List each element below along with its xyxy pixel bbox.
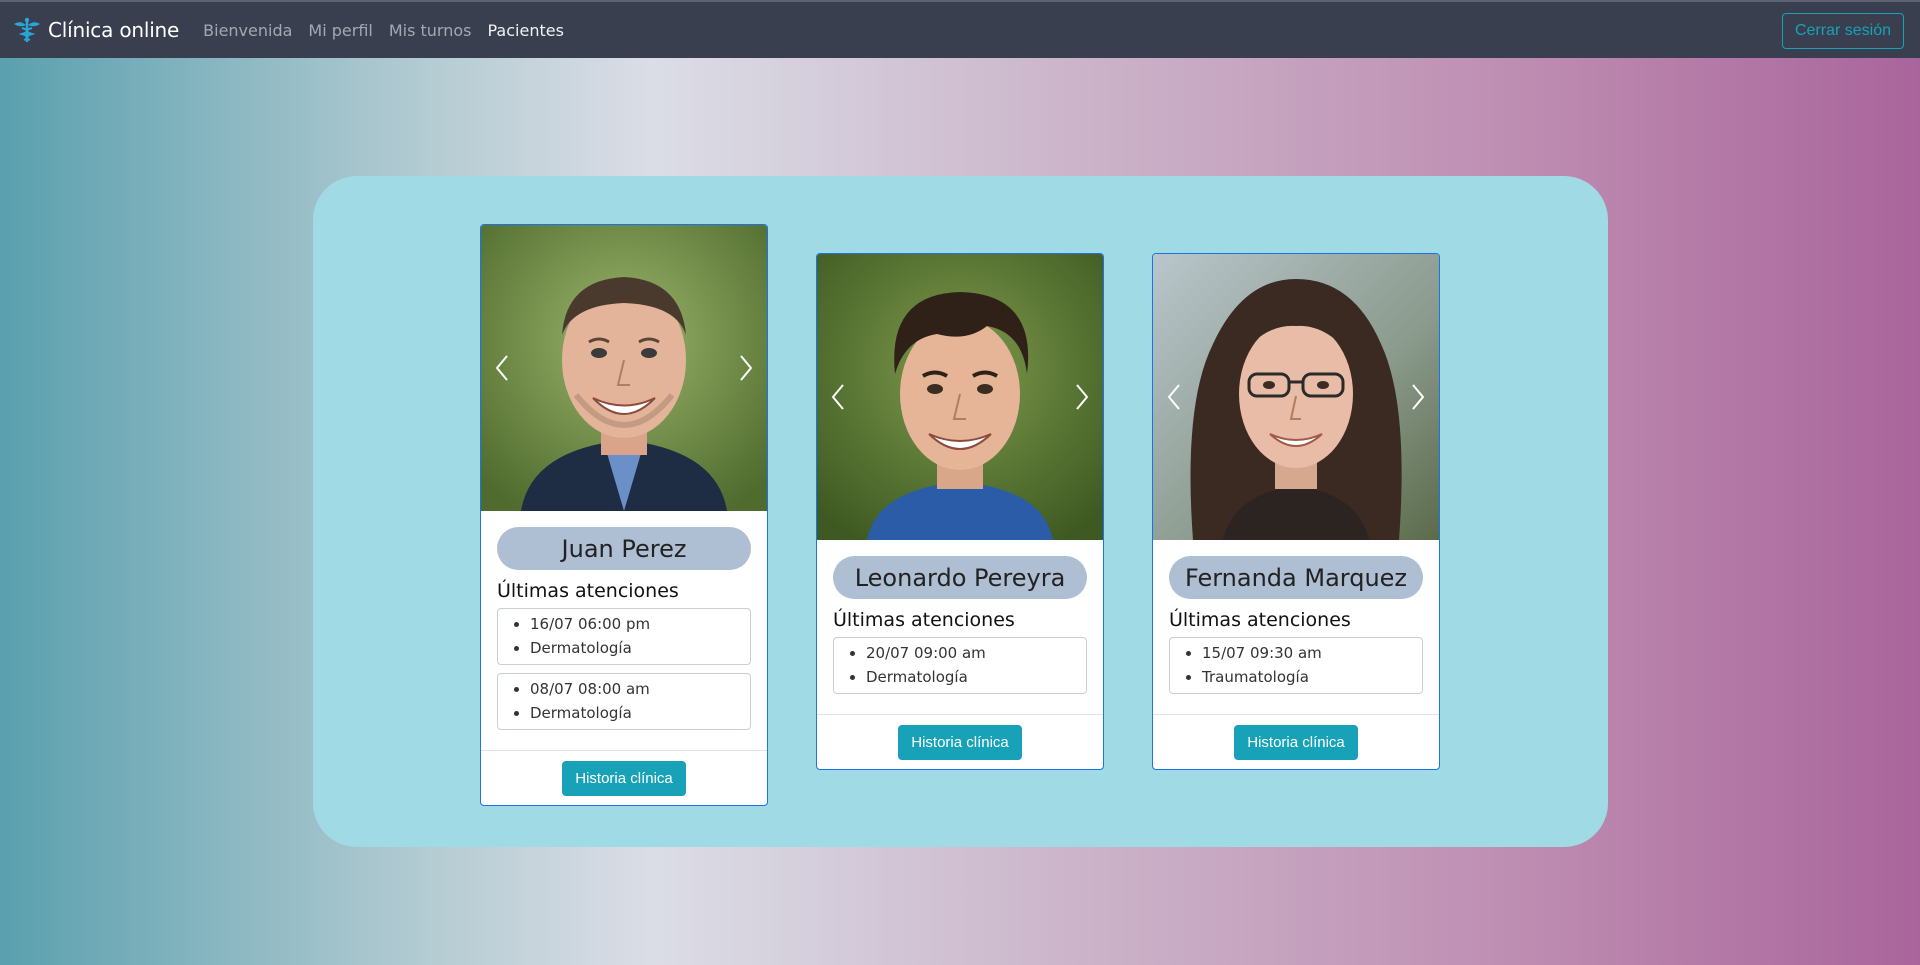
patient-photo-carousel: [481, 225, 767, 511]
chevron-right-icon[interactable]: [1067, 377, 1097, 417]
caduceus-icon: [14, 17, 40, 42]
appointment-item: 15/07 09:30 am Traumatología: [1169, 637, 1423, 694]
appointment-datetime: 15/07 09:30 am: [1202, 641, 1414, 665]
brand-name: Clínica online: [48, 18, 180, 42]
chevron-right-icon[interactable]: [731, 348, 761, 388]
logout-button[interactable]: Cerrar sesión: [1781, 13, 1904, 49]
chevron-left-icon[interactable]: [487, 348, 517, 388]
appointment-item: 08/07 08:00 am Dermatología: [497, 673, 751, 730]
navbar: Clínica online Bienvenida Mi perfil Mis …: [0, 0, 1920, 58]
patient-photo-carousel: [1153, 254, 1439, 540]
brand[interactable]: Clínica online: [12, 17, 179, 43]
chevron-left-icon[interactable]: [1159, 377, 1189, 417]
patient-photo: [1153, 254, 1439, 540]
medical-history-button[interactable]: Historia clínica: [1234, 724, 1358, 760]
card-footer: Historia clínica: [481, 750, 767, 805]
nav-link-pacientes[interactable]: Pacientes: [488, 21, 564, 40]
patient-photo-carousel: [817, 254, 1103, 540]
appointment-specialty: Dermatología: [866, 665, 1078, 689]
chevron-left-icon[interactable]: [823, 377, 853, 417]
card-footer: Historia clínica: [1153, 714, 1439, 769]
card-body: Juan Perez Últimas atenciones 16/07 06:0…: [481, 511, 767, 750]
appointment-item: 20/07 09:00 am Dermatología: [833, 637, 1087, 694]
card-body: Leonardo Pereyra Últimas atenciones 20/0…: [817, 540, 1103, 714]
patient-card: Leonardo Pereyra Últimas atenciones 20/0…: [816, 253, 1104, 770]
nav-link-bienvenida[interactable]: Bienvenida: [203, 21, 292, 40]
patient-photo: [817, 254, 1103, 540]
recent-appointments-title: Últimas atenciones: [497, 580, 679, 602]
appointment-datetime: 16/07 06:00 pm: [530, 612, 742, 636]
patient-name: Fernanda Marquez: [1169, 556, 1423, 599]
recent-appointments-title: Últimas atenciones: [1169, 609, 1351, 631]
appointment-datetime: 08/07 08:00 am: [530, 677, 742, 701]
appointment-specialty: Dermatología: [530, 701, 742, 725]
appointment-specialty: Dermatología: [530, 636, 742, 660]
chevron-right-icon[interactable]: [1403, 377, 1433, 417]
medical-history-button[interactable]: Historia clínica: [562, 760, 686, 796]
patient-photo: [481, 225, 767, 511]
patients-panel: Juan Perez Últimas atenciones 16/07 06:0…: [313, 176, 1608, 847]
appointment-datetime: 20/07 09:00 am: [866, 641, 1078, 665]
patient-card: Juan Perez Últimas atenciones 16/07 06:0…: [480, 224, 768, 806]
appointment-item: 16/07 06:00 pm Dermatología: [497, 608, 751, 665]
patient-card: Fernanda Marquez Últimas atenciones 15/0…: [1152, 253, 1440, 770]
medical-history-button[interactable]: Historia clínica: [898, 724, 1022, 760]
card-footer: Historia clínica: [817, 714, 1103, 769]
patient-name: Juan Perez: [497, 527, 751, 570]
patient-name: Leonardo Pereyra: [833, 556, 1087, 599]
card-body: Fernanda Marquez Últimas atenciones 15/0…: [1153, 540, 1439, 714]
nav-links: Bienvenida Mi perfil Mis turnos Paciente…: [203, 21, 564, 40]
nav-link-mi-perfil[interactable]: Mi perfil: [308, 21, 372, 40]
recent-appointments-title: Últimas atenciones: [833, 609, 1015, 631]
nav-link-mis-turnos[interactable]: Mis turnos: [389, 21, 472, 40]
appointment-specialty: Traumatología: [1202, 665, 1414, 689]
